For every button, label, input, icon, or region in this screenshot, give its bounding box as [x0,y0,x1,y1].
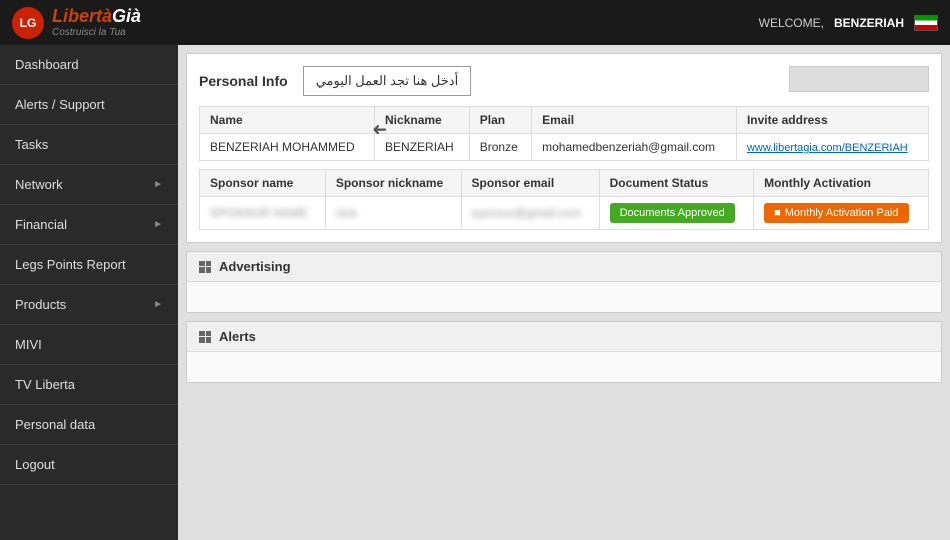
layout: Dashboard Alerts / Support Tasks Network… [0,45,950,540]
main-content: Personal Info أدخل هنا تجد ا‌لعمل اليومي… [178,45,950,540]
monthly-icon: ■ [774,207,781,219]
sidebar-item-products[interactable]: Products ► [0,285,178,325]
arrow-indicator: ➜ [372,119,387,140]
chevron-right-icon: ► [153,219,163,230]
flag-icon [914,15,938,31]
sidebar-item-label: Personal data [15,417,95,432]
col-monthly-activation: Monthly Activation [754,170,929,197]
col-nickname: Nickname [375,107,470,134]
sidebar-item-label: TV Liberta [15,377,75,392]
sidebar-item-tv-liberta[interactable]: TV Liberta [0,365,178,405]
advertising-section: Advertising [186,251,942,313]
col-invite: Invite address [736,107,928,134]
arabic-text-box: أدخل هنا تجد ا‌لعمل اليومي [303,66,472,96]
alerts-header: Alerts [187,322,941,352]
col-email: Email [532,107,737,134]
advertising-header: Advertising [187,252,941,282]
table-row: SPONSOR NAME nick sponsor@gmail.com Docu… [200,197,929,230]
sidebar-item-label: Tasks [15,137,48,152]
cell-plan: Bronze [469,134,531,161]
logo-sub: Costruisci la Tua [52,27,141,38]
cell-doc-status: Documents Approved [599,197,754,230]
sidebar: Dashboard Alerts / Support Tasks Network… [0,45,178,540]
welcome-label: WELCOME, [759,16,824,30]
cell-email: mohamedbenzeriah@gmail.com [532,134,737,161]
table-row: BENZERIAH MOHAMMED BENZERIAH Bronze moha… [200,134,929,161]
cell-monthly-activation: ■ Monthly Activation Paid [754,197,929,230]
sidebar-item-legs-points-report[interactable]: Legs Points Report [0,245,178,285]
sidebar-item-alerts-support[interactable]: Alerts / Support [0,85,178,125]
sidebar-item-network[interactable]: Network ► [0,165,178,205]
sidebar-item-personal-data[interactable]: Personal data [0,405,178,445]
cell-sponsor-name: SPONSOR NAME [200,197,326,230]
user-info-table: Name Nickname Plan Email Invite address … [199,106,929,161]
sidebar-item-label: Dashboard [15,57,79,72]
col-plan: Plan [469,107,531,134]
sidebar-item-label: Legs Points Report [15,257,126,272]
monthly-activation-button[interactable]: ■ Monthly Activation Paid [764,203,908,223]
cell-invite[interactable]: www.libertagia.com/BENZERIAH [736,134,928,161]
sidebar-item-label: Network [15,177,63,192]
sidebar-item-label: Logout [15,457,55,472]
sidebar-item-label: Products [15,297,66,312]
personal-info-top: Personal Info أدخل هنا تجد ا‌لعمل اليومي… [187,54,941,242]
col-sponsor-nickname: Sponsor nickname [325,170,461,197]
personal-info-title: Personal Info [199,73,288,89]
col-sponsor-email: Sponsor email [461,170,599,197]
sponsor-info-table: Sponsor name Sponsor nickname Sponsor em… [199,169,929,230]
alerts-body [187,352,941,382]
cell-nickname: BENZERIAH [375,134,470,161]
sidebar-item-financial[interactable]: Financial ► [0,205,178,245]
header-right: WELCOME, BENZERIAH [759,15,938,31]
sidebar-item-label: Financial [15,217,67,232]
cell-sponsor-email: sponsor@gmail.com [461,197,599,230]
username-label: BENZERIAH [834,16,904,30]
alerts-title: Alerts [219,329,256,344]
chevron-right-icon: ► [153,299,163,310]
sidebar-item-label: MIVI [15,337,42,352]
col-doc-status: Document Status [599,170,754,197]
grid-icon [199,261,211,273]
header: LG LibertàGià Costruisci la Tua WELCOME,… [0,0,950,45]
sidebar-item-logout[interactable]: Logout [0,445,178,485]
sidebar-item-dashboard[interactable]: Dashboard [0,45,178,85]
sidebar-item-label: Alerts / Support [15,97,105,112]
logo-text: LibertàGià [52,7,141,27]
advertising-body [187,282,941,312]
logo-area: LG LibertàGià Costruisci la Tua [12,7,141,39]
personal-info-section: Personal Info أدخل هنا تجد ا‌لعمل اليومي… [186,53,942,243]
alerts-section: Alerts [186,321,942,383]
chevron-right-icon: ► [153,179,163,190]
logo-icon: LG [12,7,44,39]
sidebar-item-mivi[interactable]: MIVI [0,325,178,365]
grid-icon [199,331,211,343]
cell-sponsor-nickname: nick [325,197,461,230]
col-name: Name [200,107,375,134]
sidebar-item-tasks[interactable]: Tasks [0,125,178,165]
advertising-title: Advertising [219,259,291,274]
search-bar[interactable] [789,66,929,92]
col-sponsor-name: Sponsor name [200,170,326,197]
documents-approved-button[interactable]: Documents Approved [610,203,735,223]
cell-name: BENZERIAH MOHAMMED [200,134,375,161]
